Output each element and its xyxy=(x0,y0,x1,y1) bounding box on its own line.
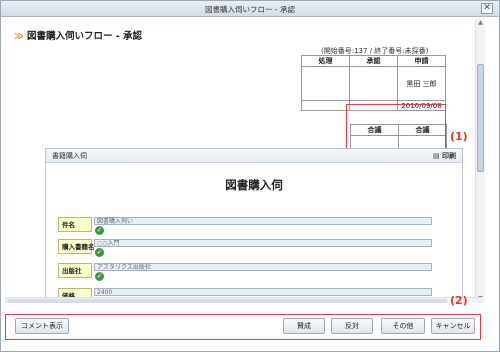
header-process: 処理 xyxy=(301,55,350,67)
stamp-cell-process xyxy=(301,66,350,101)
callout-label-2: (2) xyxy=(450,294,468,307)
vertical-scrollbar[interactable]: ▲ ▼ xyxy=(475,18,485,303)
print-label: 印刷 xyxy=(442,152,456,160)
stamp-cell-approve xyxy=(349,66,398,101)
date-cell-process xyxy=(301,100,350,111)
header-approve: 承認 xyxy=(349,55,398,67)
window-title: 図書購入伺いフロー - 承認 xyxy=(205,5,295,14)
header-apply: 申請 xyxy=(397,55,446,67)
form-panel-title: 書籍購入伺 xyxy=(52,152,87,160)
callout-label-1: (1) xyxy=(450,130,468,143)
page-title: ≫ 図書購入伺いフロー - 承認 xyxy=(14,28,142,42)
callout-box-2 xyxy=(5,314,481,340)
scroll-up-icon[interactable]: ▲ xyxy=(477,19,484,26)
form-title: 図書購入伺 xyxy=(225,178,283,192)
check-icon: ✓ xyxy=(95,226,104,235)
page-title-text: 図書購入伺いフロー - 承認 xyxy=(26,31,143,42)
printer-icon: ▤ xyxy=(432,152,440,160)
close-icon[interactable]: ✕ xyxy=(481,3,493,14)
field-value: 2400 xyxy=(94,288,432,296)
hscroll-thumb[interactable] xyxy=(7,299,447,303)
dialog-window: 図書購入伺いフロー - 承認 ✕ ≫ 図書購入伺いフロー - 承認 (開始番号:1… xyxy=(0,0,500,352)
horizontal-scrollbar[interactable] xyxy=(5,297,483,303)
field-label: 件名 xyxy=(58,217,92,232)
approval-stamp-table: 処理 承認 申請 黒田 三郎 2010/09/08 xyxy=(301,55,446,111)
field-label: 購入書籍名 xyxy=(58,239,95,254)
check-icon: ✓ xyxy=(95,248,104,257)
form-panel: 書籍購入伺 ▤ 印刷 図書購入伺 件名 図書購入伺い ✓ 購入書籍名 ○○入門 … xyxy=(45,148,463,298)
field-value: ○○入門 xyxy=(94,239,432,247)
form-panel-header: 書籍購入伺 ▤ 印刷 xyxy=(46,149,462,163)
heading-arrow-icon: ≫ xyxy=(14,31,24,42)
applicant-name: 黒田 三郎 xyxy=(397,66,446,101)
field-value: 図書購入伺い xyxy=(94,217,432,225)
title-bar: 図書購入伺いフロー - 承認 ✕ xyxy=(1,1,499,17)
scroll-thumb[interactable] xyxy=(477,64,484,172)
print-button[interactable]: ▤ 印刷 xyxy=(433,149,456,163)
check-icon: ✓ xyxy=(95,272,104,281)
field-value: アスタリクス出版社 xyxy=(94,263,432,271)
field-label: 出版社 xyxy=(58,263,92,278)
